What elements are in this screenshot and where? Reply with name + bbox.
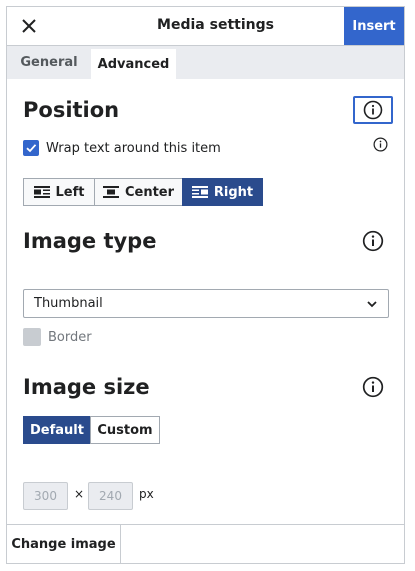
image-type-selected: Thumbnail xyxy=(34,296,103,311)
close-button[interactable] xyxy=(17,14,41,38)
width-input[interactable]: 300 xyxy=(23,482,68,510)
image-size-heading: Image size xyxy=(23,375,150,399)
align-right-button[interactable]: Right xyxy=(182,178,263,206)
size-mode-button-group: Default Custom xyxy=(23,416,160,444)
align-left-button[interactable]: Left xyxy=(23,178,95,206)
tab-general[interactable]: General xyxy=(15,46,83,79)
wrap-text-row[interactable]: Wrap text around this item xyxy=(23,138,221,158)
align-center-button[interactable]: Center xyxy=(94,178,183,206)
dialog-title: Media settings xyxy=(157,17,274,33)
image-type-heading: Image type xyxy=(23,229,157,253)
border-checkbox[interactable] xyxy=(23,328,41,346)
wrap-text-label: Wrap text around this item xyxy=(46,140,221,156)
media-settings-dialog: Media settings Insert General Advanced P… xyxy=(6,6,405,564)
check-icon xyxy=(26,144,37,153)
dimension-separator: × xyxy=(74,487,85,501)
position-info-button[interactable] xyxy=(353,96,393,124)
align-right-icon xyxy=(191,186,208,198)
wrap-text-checkbox[interactable] xyxy=(23,140,39,156)
chevron-down-icon xyxy=(367,301,377,308)
image-type-dropdown[interactable]: Thumbnail xyxy=(23,289,389,318)
position-heading: Position xyxy=(23,98,120,122)
wrap-info-icon[interactable] xyxy=(373,137,388,152)
close-icon xyxy=(22,19,36,33)
size-custom-button[interactable]: Custom xyxy=(90,416,160,444)
alignment-button-group: Left Center Right xyxy=(23,178,263,206)
align-left-icon xyxy=(33,186,50,198)
tab-bar: General Advanced xyxy=(7,46,404,79)
border-label: Border xyxy=(48,329,92,345)
align-center-label: Center xyxy=(124,184,175,200)
info-icon xyxy=(363,100,383,120)
height-input[interactable]: 240 xyxy=(88,482,133,510)
unit-label: px xyxy=(139,487,154,501)
tab-advanced[interactable]: Advanced xyxy=(91,49,176,79)
dialog-footer: Change image xyxy=(7,524,404,563)
align-left-label: Left xyxy=(55,184,85,200)
change-image-button[interactable]: Change image xyxy=(7,525,121,563)
dialog-titlebar: Media settings Insert xyxy=(7,7,404,46)
image-type-info-icon[interactable] xyxy=(362,230,384,252)
size-default-button[interactable]: Default xyxy=(23,416,91,444)
border-row[interactable]: Border xyxy=(23,327,92,347)
image-size-info-icon[interactable] xyxy=(362,376,384,398)
align-right-label: Right xyxy=(213,184,254,200)
align-center-icon xyxy=(102,186,119,198)
insert-button[interactable]: Insert xyxy=(344,7,404,45)
